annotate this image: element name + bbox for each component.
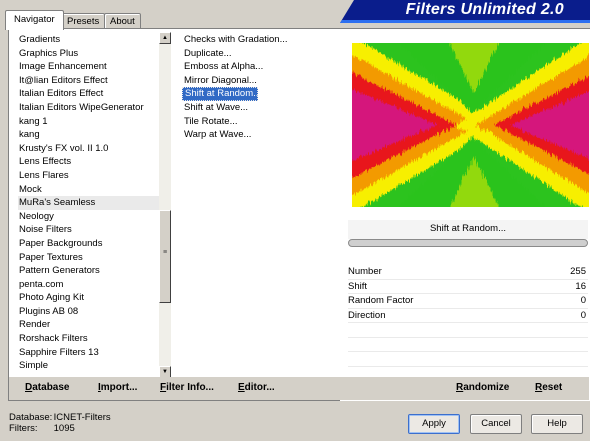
param-row: Direction 0 — [348, 309, 588, 324]
app-title: Filters Unlimited 2.0 — [405, 1, 564, 18]
preview-graphic — [352, 43, 589, 207]
scrollbar-thumb[interactable]: ≡ — [159, 210, 171, 303]
category-item[interactable]: Sapphire Filters 13 — [18, 346, 166, 360]
database-label: Database: — [9, 412, 53, 423]
filters-count-label: Filters: — [9, 423, 38, 434]
category-item[interactable]: penta.com — [18, 278, 166, 292]
reset-button[interactable]: Reset — [535, 382, 562, 393]
filter-item[interactable]: Emboss at Alpha... — [182, 60, 341, 74]
param-label: Random Factor — [348, 295, 414, 306]
tab-presets[interactable]: Presets — [61, 13, 106, 29]
category-item[interactable]: Lens Flares — [18, 169, 166, 183]
category-item[interactable]: Pattern Generators — [18, 264, 166, 278]
randomize-button[interactable]: Randomize — [456, 382, 509, 393]
database-button[interactable]: Database — [25, 382, 69, 393]
category-item[interactable]: Krusty's FX vol. II 1.0 — [18, 142, 166, 156]
param-value[interactable]: 255 — [570, 265, 586, 280]
filter-item[interactable]: Warp at Wave... — [182, 128, 341, 142]
param-row-empty — [348, 352, 588, 367]
category-list[interactable]: Gradients Graphics Plus Image Enhancemen… — [18, 33, 166, 373]
category-item[interactable]: Photo Aging Kit — [18, 291, 166, 305]
param-row: Number 255 — [348, 265, 588, 280]
param-row: Random Factor 0 — [348, 294, 588, 309]
progress-bar — [348, 239, 588, 247]
parameter-list: Number 255 Shift 16 Random Factor 0 Dire… — [348, 265, 588, 381]
param-row: Shift 16 — [348, 280, 588, 295]
panel-toolbar: Database Import... Filter Info... Editor… — [9, 377, 589, 400]
category-item[interactable]: Mock — [18, 183, 166, 197]
category-scrollbar[interactable]: ▲ ≡ ▼ — [159, 32, 171, 377]
param-value[interactable]: 0 — [581, 294, 586, 309]
category-item[interactable]: Noise Filters — [18, 223, 166, 237]
title-banner: Filters Unlimited 2.0 — [340, 0, 590, 23]
tab-about[interactable]: About — [104, 13, 141, 29]
selected-filter-name: Shift at Random... — [348, 220, 588, 239]
category-item[interactable]: Neology — [18, 210, 166, 224]
category-item[interactable]: Italian Editors WipeGenerator — [18, 101, 166, 115]
status-area: Database: ICNET-Filters Filters: 1095 — [9, 412, 111, 434]
filter-item-selected[interactable]: Shift at Random... — [182, 87, 261, 101]
filter-item[interactable]: Checks with Gradation... — [182, 33, 341, 47]
param-label: Shift — [348, 280, 368, 292]
scroll-down-arrow-icon[interactable]: ▼ — [159, 366, 171, 377]
banner-accent-stripe — [340, 20, 590, 23]
category-item[interactable]: Italian Editors Effect — [18, 87, 166, 101]
filter-list[interactable]: Checks with Gradation... Duplicate... Em… — [182, 33, 341, 142]
category-item[interactable]: Gradients — [18, 33, 166, 47]
param-row-empty — [348, 338, 588, 352]
navigator-panel: Gradients Graphics Plus Image Enhancemen… — [8, 28, 590, 401]
category-item[interactable]: kang 1 — [18, 115, 166, 129]
filter-item[interactable]: Tile Rotate... — [182, 115, 341, 129]
param-label: Direction — [348, 309, 386, 321]
tab-navigator[interactable]: Navigator — [5, 10, 64, 30]
import-button[interactable]: Import... — [98, 382, 137, 393]
help-button[interactable]: Help — [531, 414, 583, 434]
category-item[interactable]: Plugins AB 08 — [18, 305, 166, 319]
category-item[interactable]: Rorshack Filters — [18, 332, 166, 346]
category-item[interactable]: Render — [18, 318, 166, 332]
category-item[interactable]: Simple — [18, 359, 166, 373]
category-item[interactable]: Graphics Plus — [18, 47, 166, 61]
category-item[interactable]: Lens Effects — [18, 155, 166, 169]
apply-button[interactable]: Apply — [408, 414, 460, 434]
editor-button[interactable]: Editor... — [238, 382, 275, 393]
filter-info-button[interactable]: Filter Info... — [160, 382, 214, 393]
preview-image — [352, 43, 589, 207]
category-item-selected[interactable]: MuRa's Seamless — [18, 196, 166, 210]
filter-item[interactable]: Duplicate... — [182, 47, 341, 61]
category-item[interactable]: Paper Textures — [18, 251, 166, 265]
preview-area: Shift at Random... Number 255 Shift 16 R… — [340, 29, 590, 401]
filter-item[interactable]: Shift at Wave... — [182, 101, 341, 115]
database-value: ICNET-Filters — [53, 412, 111, 423]
param-value[interactable]: 0 — [581, 309, 586, 324]
param-row-empty — [348, 323, 588, 338]
param-label: Number — [348, 266, 382, 277]
list-area: Gradients Graphics Plus Image Enhancemen… — [9, 29, 341, 377]
category-item[interactable]: Paper Backgrounds — [18, 237, 166, 251]
filters-count-value: 1095 — [53, 423, 75, 434]
category-item[interactable]: kang — [18, 128, 166, 142]
category-item[interactable]: Image Enhancement — [18, 60, 166, 74]
scroll-up-arrow-icon[interactable]: ▲ — [159, 32, 171, 44]
param-value[interactable]: 16 — [575, 280, 586, 295]
cancel-button[interactable]: Cancel — [470, 414, 522, 434]
filter-item[interactable]: Mirror Diagonal... — [182, 74, 341, 88]
category-item[interactable]: It@lian Editors Effect — [18, 74, 166, 88]
